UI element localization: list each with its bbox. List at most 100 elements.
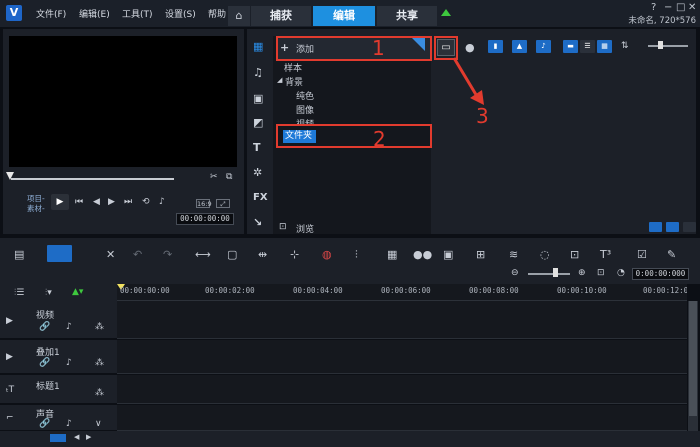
home-icon[interactable]: ⌂: [228, 6, 250, 26]
library-option-3-icon[interactable]: [683, 222, 696, 232]
list-view-button[interactable]: ▬: [563, 40, 578, 53]
ripple-icon[interactable]: ⁂: [95, 358, 104, 368]
expand-icon[interactable]: ∨: [95, 419, 102, 429]
close-icon[interactable]: ✕: [688, 2, 696, 13]
check-icon[interactable]: ☑: [637, 248, 647, 261]
scroll-left-icon[interactable]: ◀: [74, 433, 79, 441]
redo-icon[interactable]: ↷: [163, 248, 172, 261]
fit-project-icon[interactable]: ⊡: [597, 268, 605, 278]
audio-mix-icon[interactable]: ⫶: [355, 248, 358, 262]
tools-icon[interactable]: ✕: [106, 248, 115, 261]
thumbnail-view-button[interactable]: ▦: [597, 40, 612, 53]
detail-view-button[interactable]: ☰: [580, 40, 595, 53]
menu-settings[interactable]: 设置(S): [165, 7, 196, 20]
slider-knob[interactable]: [658, 41, 663, 49]
link-icon[interactable]: 🔗: [39, 419, 50, 429]
show-audio-button[interactable]: ♪: [536, 40, 551, 53]
track-volume-icon[interactable]: ♪: [66, 419, 72, 429]
3d-title-icon[interactable]: T³: [600, 248, 611, 261]
thumbnail-size-slider[interactable]: [648, 45, 688, 47]
menu-help[interactable]: 帮助: [208, 7, 226, 20]
home-start-icon[interactable]: ⏮: [75, 197, 83, 207]
track-lane-title[interactable]: [117, 375, 687, 404]
storyboard-view-icon[interactable]: ▤: [14, 248, 24, 261]
zoom-slider-knob[interactable]: [553, 268, 558, 277]
blend-icon[interactable]: ●●: [413, 248, 432, 261]
split-screen-icon[interactable]: ⊞: [476, 248, 485, 261]
menu-tools[interactable]: 工具(T): [122, 7, 153, 20]
fullscreen-icon[interactable]: ⤢: [216, 199, 230, 208]
motion-icon[interactable]: ⇹: [258, 248, 267, 261]
browse-button[interactable]: 浏览: [296, 222, 314, 235]
menu-edit[interactable]: 编辑(E): [79, 7, 110, 20]
fx-icon[interactable]: FX: [253, 192, 268, 203]
next-frame-icon[interactable]: ▶: [108, 197, 115, 207]
tree-item-background[interactable]: 背景: [285, 75, 303, 88]
track-motion-icon[interactable]: ⊹: [290, 248, 299, 261]
transition-icon[interactable]: ◩: [253, 116, 263, 129]
library-option-2-icon[interactable]: [666, 222, 679, 232]
clock-icon[interactable]: ◔: [617, 268, 625, 278]
cut-icon[interactable]: ✂: [210, 172, 218, 182]
render-icon[interactable]: ⊡: [570, 248, 579, 261]
track-manager-icon[interactable]: ⫶☰: [14, 288, 24, 298]
player-timecode[interactable]: 00:00:00:00: [176, 213, 234, 225]
link-icon[interactable]: 🔗: [39, 358, 50, 368]
tree-item-image[interactable]: 图像: [296, 103, 314, 116]
media-icon[interactable]: ▦: [253, 40, 263, 53]
library-option-1-icon[interactable]: [649, 222, 662, 232]
expand-arrow-icon[interactable]: ◢: [277, 76, 282, 84]
edit-icon[interactable]: ✎: [667, 248, 676, 261]
show-photo-button[interactable]: ▲: [512, 40, 527, 53]
timeline-view-button[interactable]: [47, 245, 72, 262]
tracks-toggle-button[interactable]: [50, 434, 66, 442]
undo-icon[interactable]: ↶: [133, 248, 142, 261]
fit-icon[interactable]: ⟷: [195, 248, 211, 261]
tab-edit[interactable]: 编辑: [313, 6, 375, 26]
split-icon[interactable]: ⧉: [226, 172, 232, 182]
scroll-right-icon[interactable]: ▶: [86, 433, 91, 441]
play-button[interactable]: ▶: [51, 194, 69, 210]
title-icon[interactable]: T: [253, 141, 261, 154]
tab-share[interactable]: 共享: [377, 6, 437, 26]
menu-file[interactable]: 文件(F): [36, 7, 66, 20]
prev-frame-icon[interactable]: ◀: [93, 197, 100, 207]
chapter-icon[interactable]: ⫶▾: [45, 288, 52, 298]
upload-icon[interactable]: [441, 9, 451, 16]
end-icon[interactable]: ⏭: [124, 197, 132, 207]
mask-icon[interactable]: ◍: [322, 248, 332, 261]
track-lane-video[interactable]: [117, 301, 687, 339]
browse-icon[interactable]: ⊡: [279, 222, 287, 232]
minimize-icon[interactable]: −: [664, 2, 672, 13]
sort-icon[interactable]: ⇅: [621, 41, 629, 51]
tree-item-sample[interactable]: 样本: [284, 61, 302, 74]
maximize-icon[interactable]: □: [676, 2, 685, 13]
ripple-icon[interactable]: ⁂: [95, 322, 104, 332]
zoom-out-icon[interactable]: ⊖: [511, 268, 519, 278]
audio-icon[interactable]: ♫: [253, 66, 263, 79]
ripple-icon[interactable]: ⁂: [95, 388, 104, 398]
chapter-marker-icon[interactable]: ▲▾: [72, 287, 83, 297]
timeline-timecode[interactable]: 0:00:00:000: [632, 268, 689, 280]
scrollbar-thumb[interactable]: [689, 301, 697, 416]
track-lane-voice[interactable]: [117, 405, 687, 431]
track-volume-icon[interactable]: ♪: [66, 322, 72, 332]
preview-scrubber[interactable]: [11, 178, 174, 180]
aspect-ratio-button[interactable]: 16:9: [196, 199, 212, 208]
volume-icon[interactable]: ♪: [159, 197, 165, 207]
help-icon[interactable]: ?: [651, 2, 656, 13]
multi-camera-icon[interactable]: ▦: [387, 248, 397, 261]
mode-clip[interactable]: 素材-: [27, 203, 45, 214]
subtitle-icon[interactable]: ▣: [443, 248, 453, 261]
zoom-slider[interactable]: [528, 273, 570, 275]
instant-project-icon[interactable]: ▣: [253, 92, 263, 105]
tree-item-solid-color[interactable]: 纯色: [296, 89, 314, 102]
loop-icon[interactable]: ◌: [540, 248, 550, 261]
track-lane-overlay[interactable]: [117, 340, 687, 374]
speed-icon[interactable]: ≋: [509, 248, 518, 261]
track-volume-icon[interactable]: ♪: [66, 358, 72, 368]
path-icon[interactable]: ↘: [253, 216, 262, 229]
frame-icon[interactable]: ▢: [227, 248, 237, 261]
repeat-icon[interactable]: ⟲: [142, 197, 150, 207]
graphic-icon[interactable]: ✲: [253, 166, 262, 179]
